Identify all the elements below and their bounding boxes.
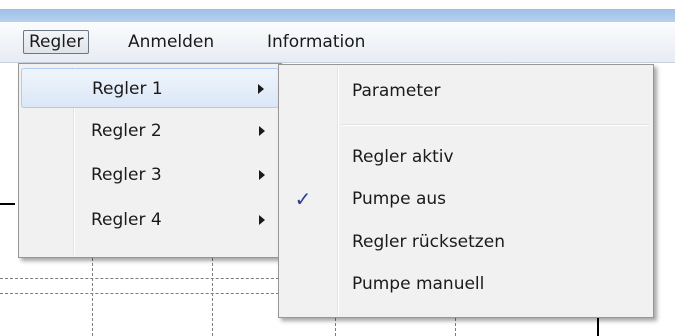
submenu-arrow-icon xyxy=(259,126,265,136)
submenu-arrow-icon xyxy=(258,84,264,94)
grid-line-v2 xyxy=(212,253,213,336)
regler-dropdown: Regler 1 Regler 2 Regler 3 Regler 4 xyxy=(18,63,282,258)
menu-item-label: Parameter xyxy=(352,81,441,101)
menu-item-label: Pumpe aus xyxy=(352,189,446,209)
axis-tick-right xyxy=(597,315,599,336)
axis-tick-left xyxy=(0,203,15,205)
menu-bar: Regler Anmelden Information xyxy=(0,22,675,63)
menu-item-label: Regler 2 xyxy=(91,121,162,141)
checkmark-icon: ✓ xyxy=(294,187,312,211)
menu-item-label: Regler 3 xyxy=(91,165,162,185)
grid-line-v1 xyxy=(92,253,93,336)
menu-item-regler-ruecksetzen[interactable]: Regler rücksetzen xyxy=(281,222,651,262)
menu-anmelden[interactable]: Anmelden xyxy=(123,31,219,53)
menu-item-regler-4[interactable]: Regler 4 xyxy=(21,200,279,240)
menu-item-label: Regler aktiv xyxy=(352,147,454,167)
menu-item-regler-1[interactable]: Regler 1 xyxy=(21,68,279,108)
menu-information[interactable]: Information xyxy=(262,31,370,53)
title-bar-fill xyxy=(0,9,675,22)
submenu-arrow-icon xyxy=(259,170,265,180)
menu-item-regler-2[interactable]: Regler 2 xyxy=(21,111,279,151)
menu-item-label: Pumpe manuell xyxy=(352,274,485,294)
menu-separator xyxy=(341,124,649,126)
menu-item-parameter[interactable]: Parameter xyxy=(281,71,651,111)
window-title-strip xyxy=(0,0,675,22)
menu-item-label: Regler rücksetzen xyxy=(352,232,505,252)
menu-item-regler-3[interactable]: Regler 3 xyxy=(21,155,279,195)
menu-item-pumpe-manuell[interactable]: Pumpe manuell xyxy=(281,264,651,304)
menu-item-label: Regler 4 xyxy=(91,210,162,230)
menu-item-label: Regler 1 xyxy=(92,79,163,99)
menu-item-pumpe-aus[interactable]: ✓ Pumpe aus xyxy=(281,179,651,219)
menu-item-regler-aktiv[interactable]: Regler aktiv xyxy=(281,137,651,177)
regler-1-submenu: Parameter Regler aktiv ✓ Pumpe aus Regle… xyxy=(278,64,654,318)
menu-regler[interactable]: Regler xyxy=(23,30,90,54)
submenu-arrow-icon xyxy=(259,215,265,225)
